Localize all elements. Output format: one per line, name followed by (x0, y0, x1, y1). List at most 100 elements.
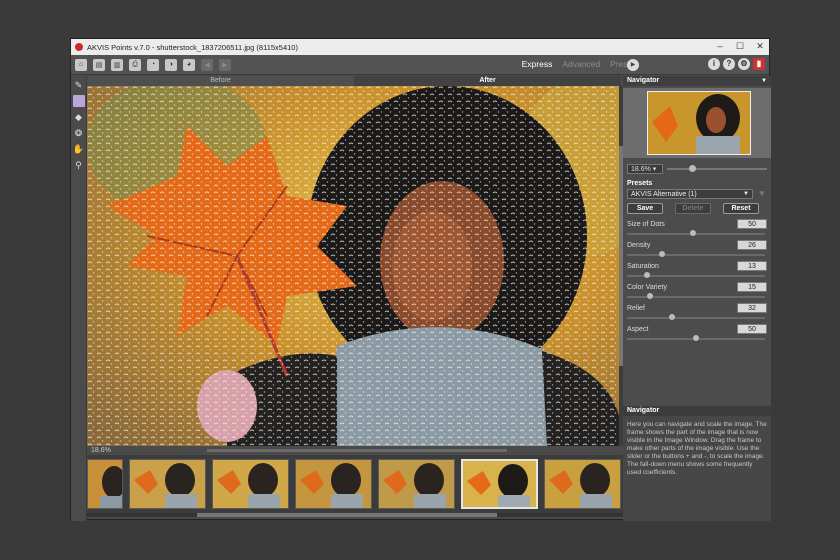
param-slider-knob[interactable] (647, 293, 653, 299)
toolbar-right-icons: i ? ⚙ ▮ (708, 58, 765, 70)
tab-advanced[interactable]: Advanced (562, 59, 600, 69)
close-icon[interactable]: ✕ (755, 41, 765, 52)
share-icon[interactable]: ◔ (147, 58, 159, 71)
info-icon[interactable]: i (708, 58, 720, 70)
param-slider-knob[interactable] (693, 335, 699, 341)
param-slider[interactable] (627, 335, 765, 341)
dropper-icon[interactable]: ✎ (73, 79, 85, 91)
navigator-title: Navigator (627, 77, 660, 84)
navigator-header: Navigator ▼ (623, 76, 771, 86)
tutorial-book-icon[interactable]: ▮ (753, 58, 765, 70)
title-bar: AKVIS Points v.7.0 - shutterstock_183720… (71, 39, 769, 55)
save-file-icon[interactable]: ▥ (111, 58, 123, 71)
filmstrip-thumb[interactable] (87, 459, 123, 509)
zoom-slider-knob[interactable] (689, 165, 696, 172)
param-density: Density 26 (623, 239, 771, 260)
preferences-icon[interactable]: ◕ (183, 58, 195, 71)
navigator-frame[interactable] (647, 91, 751, 155)
filmstrip-thumb[interactable] (212, 459, 289, 509)
clone-icon[interactable]: ❂ (73, 127, 85, 139)
param-slider[interactable] (627, 230, 765, 236)
collapse-caret-icon[interactable]: ▼ (761, 76, 767, 86)
param-slider-knob[interactable] (669, 314, 675, 320)
chevron-down-icon: ▼ (743, 191, 749, 197)
param-slider[interactable] (627, 272, 765, 278)
zoom-dropdown-value: 18.6% (631, 166, 651, 173)
preset-dropdown-value: AKVIS Alternative (1) (631, 191, 697, 198)
zoom-dropdown[interactable]: 18.6% ▾ (627, 164, 663, 174)
filmstrip-thumb[interactable] (295, 459, 372, 509)
zoom-level-label: 18.6% (91, 447, 111, 454)
param-slider[interactable] (627, 314, 765, 320)
tab-before[interactable]: Before (87, 76, 354, 86)
open-file-icon[interactable]: ▤ (93, 58, 105, 71)
zoom-slider[interactable] (667, 165, 767, 172)
reset-preset-button[interactable]: Reset (723, 203, 759, 214)
zoom-strip: 18.6% (87, 446, 621, 455)
preset-dropdown[interactable]: AKVIS Alternative (1) ▼ (627, 189, 753, 199)
filmstrip-thumb[interactable] (378, 459, 455, 509)
tools-bar: ✎ ◆ ❂ ✋ ⚲ (71, 76, 87, 521)
navigator-preview[interactable] (623, 88, 771, 158)
param-color-variety: Color Variety 15 (623, 281, 771, 302)
image-horizontal-scrollbar[interactable] (207, 449, 507, 452)
print-icon[interactable]: ⎙ (129, 58, 141, 71)
maximize-icon[interactable]: ☐ (735, 41, 745, 52)
param-slider-knob[interactable] (659, 251, 665, 257)
hand-icon[interactable]: ✋ (73, 143, 85, 155)
preview-area-icon[interactable] (72, 95, 85, 107)
filmstrip-thumb-selected[interactable] (461, 459, 538, 509)
param-value-field[interactable]: 13 (737, 261, 767, 271)
param-saturation: Saturation 13 (623, 260, 771, 281)
param-label: Aspect (627, 326, 649, 333)
parameters-list: Size of Dots 50 Density 26 Saturation 13… (623, 218, 771, 344)
param-relief: Relief 32 (623, 302, 771, 323)
result-filmstrip (87, 455, 623, 513)
app-window: AKVIS Points v.7.0 - shutterstock_183720… (70, 38, 771, 521)
mode-tabs: Express Advanced Presets (522, 59, 639, 69)
help-text: Here you can navigate and scale the imag… (627, 421, 767, 476)
minimize-icon[interactable]: – (715, 41, 725, 52)
home-icon[interactable]: ⌂ (75, 58, 87, 71)
undo-icon[interactable]: ◀ (201, 58, 213, 71)
eraser-icon[interactable]: ◆ (73, 111, 85, 123)
filmstrip-thumb[interactable] (129, 459, 206, 509)
param-label: Color Variety (627, 284, 667, 291)
help-icon[interactable]: ? (723, 58, 735, 70)
processed-photo (87, 86, 619, 446)
param-value-field[interactable]: 26 (737, 240, 767, 250)
tab-express[interactable]: Express (522, 59, 553, 69)
param-value-field[interactable]: 50 (737, 324, 767, 334)
param-value-field[interactable]: 15 (737, 282, 767, 292)
run-processing-icon[interactable]: ▶ (627, 59, 639, 71)
param-slider-knob[interactable] (690, 230, 696, 236)
preset-buttons: Save Delete Reset (623, 199, 771, 214)
param-label: Relief (627, 305, 645, 312)
param-aspect: Aspect 50 (623, 323, 771, 344)
param-size-of-dots: Size of Dots 50 (623, 218, 771, 239)
param-label: Density (627, 242, 651, 249)
zoom-icon[interactable]: ⚲ (73, 159, 85, 171)
app-logo-icon (75, 43, 83, 51)
batch-icon[interactable]: ◑ (165, 58, 177, 71)
tab-after[interactable]: After (354, 76, 621, 86)
image-canvas[interactable] (87, 86, 619, 446)
param-slider[interactable] (627, 293, 765, 299)
redo-icon[interactable]: ▶ (219, 58, 231, 71)
param-slider[interactable] (627, 251, 765, 257)
navigator-zoom-row: 18.6% ▾ (623, 162, 771, 176)
presets-section-label: Presets (627, 180, 653, 187)
param-value-field[interactable]: 32 (737, 303, 767, 313)
param-value-field[interactable]: 50 (737, 219, 767, 229)
settings-gear-icon[interactable]: ⚙ (738, 58, 750, 70)
save-preset-button[interactable]: Save (627, 203, 663, 214)
param-slider-knob[interactable] (644, 272, 650, 278)
filmstrip-thumb[interactable] (544, 459, 621, 509)
help-title: Navigator (623, 406, 771, 416)
param-label: Saturation (627, 263, 659, 270)
favorite-heart-icon[interactable]: ♥ (759, 188, 764, 198)
main-toolbar: ⌂ ▤ ▥ ⎙ ◔ ◑ ◕ ◀ ▶ Express Advanced Prese… (71, 55, 769, 75)
filmstrip-scrollbar[interactable] (87, 513, 623, 517)
delete-preset-button[interactable]: Delete (675, 203, 711, 214)
before-after-tabs: Before After (87, 76, 621, 86)
